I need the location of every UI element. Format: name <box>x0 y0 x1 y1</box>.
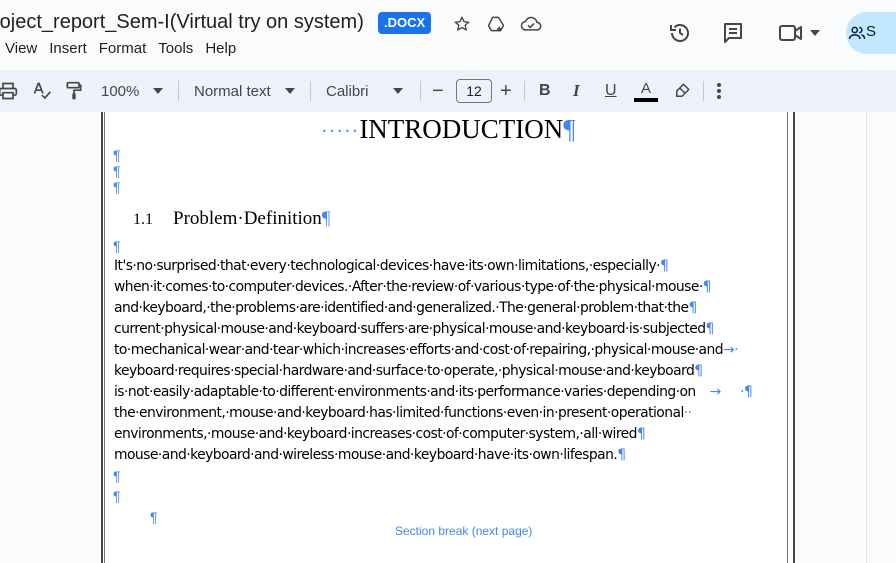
text-color-swatch <box>634 97 658 102</box>
font-size-value: 12 <box>456 79 492 103</box>
comments-icon[interactable] <box>720 20 746 46</box>
meet-dropdown-icon[interactable] <box>806 20 824 46</box>
paragraph-line[interactable]: environments,·mouse·and·keyboard·increas… <box>114 426 646 442</box>
print-icon[interactable] <box>0 70 18 112</box>
chevron-down-icon <box>153 88 164 94</box>
title-bar: roject_report_Sem-I(Virtual try on syste… <box>0 0 896 68</box>
underline-button[interactable]: U <box>605 70 617 112</box>
increase-font-size-button[interactable]: + <box>500 70 512 112</box>
people-icon <box>848 26 866 40</box>
pilcrow: ¶ <box>150 509 158 525</box>
paragraph-style-select[interactable]: Normal text <box>194 70 295 112</box>
text-color-button[interactable]: A <box>634 70 658 112</box>
docx-badge: .DOCX <box>378 12 432 34</box>
toolbar-divider <box>310 81 311 101</box>
text-color-letter: A <box>640 79 651 97</box>
toolbar-divider <box>420 81 421 101</box>
toolbar-divider <box>178 81 179 101</box>
heading-number: 1.1 <box>133 211 153 228</box>
side-panel <box>866 112 896 563</box>
zoom-select[interactable]: 100% <box>101 70 164 112</box>
paragraph-line[interactable]: when·it·comes·to·computer·devices.·After… <box>114 279 712 295</box>
spellcheck-icon[interactable] <box>32 70 52 112</box>
tab-dots: ····· <box>321 120 360 143</box>
cloud-saved-icon[interactable] <box>520 13 542 35</box>
document-title[interactable]: roject_report_Sem-I(Virtual try on syste… <box>0 11 364 34</box>
paragraph-line[interactable]: mouse·and·keyboard·and·wireless·mouse·an… <box>114 447 626 463</box>
paragraph-line[interactable]: the·environment,·mouse·and·keyboard·has·… <box>114 405 692 421</box>
section-heading[interactable]: 1.1 Problem·Definition¶ <box>133 208 330 230</box>
star-icon[interactable] <box>451 13 473 35</box>
menu-bar: View Insert Format Tools Help <box>0 40 242 57</box>
toolbar-divider <box>703 81 704 101</box>
pilcrow: ¶ <box>563 114 576 144</box>
paragraph-line[interactable]: It's·no·surprised·that·every·technologic… <box>114 258 669 274</box>
pilcrow: ¶ <box>321 208 331 229</box>
chevron-down-icon <box>284 88 295 94</box>
paragraph-line[interactable]: is·not·easily·adaptable·to·different·env… <box>114 384 753 400</box>
menu-tools[interactable]: Tools <box>152 40 199 57</box>
toolbar-divider <box>524 81 525 101</box>
decrease-font-size-button[interactable]: − <box>432 70 444 112</box>
move-to-drive-icon[interactable] <box>485 13 507 35</box>
pilcrow: ¶ <box>113 179 121 195</box>
zoom-value: 100% <box>101 82 140 100</box>
bold-button[interactable]: B <box>539 70 551 112</box>
paragraph-line[interactable]: keyboard·requires·special·hardware·and·s… <box>114 363 703 379</box>
meet-video-icon[interactable] <box>778 20 804 46</box>
section-break-label: Section break (next page) <box>395 524 533 538</box>
chevron-down-icon <box>392 88 403 94</box>
share-label: S <box>866 23 877 40</box>
italic-button[interactable]: I <box>573 70 580 112</box>
menu-format[interactable]: Format <box>93 40 153 57</box>
pilcrow: ¶ <box>113 238 121 254</box>
font-size-input[interactable]: 12 <box>456 70 492 112</box>
intro-title-text: INTRODUCTION <box>359 114 564 144</box>
paragraph-line[interactable]: current·physical·mouse·and·keyboard·suff… <box>114 321 714 337</box>
share-button[interactable]: S <box>846 12 896 54</box>
more-options-icon[interactable] <box>716 70 722 112</box>
paint-format-icon[interactable] <box>64 70 84 112</box>
page-inner-border <box>104 112 788 563</box>
font-family-value: Calibri <box>326 82 369 100</box>
pilcrow: ¶ <box>113 488 121 504</box>
menu-insert[interactable]: Insert <box>43 40 93 57</box>
paragraph-line[interactable]: and·keyboard,·the·problems·are·identifie… <box>114 300 697 316</box>
pilcrow: ¶ <box>113 147 121 163</box>
paragraph-line[interactable]: to·mechanical·wear·and·tear·which·increa… <box>114 342 739 358</box>
formatting-toolbar: 100% Normal text Calibri − 12 + B I U A <box>0 70 896 112</box>
pilcrow: ¶ <box>113 468 121 484</box>
intro-title[interactable]: ·····INTRODUCTION¶ <box>321 114 576 145</box>
pilcrow: ¶ <box>113 163 121 179</box>
highlight-color-icon[interactable] <box>673 70 691 112</box>
font-family-select[interactable]: Calibri <box>326 70 403 112</box>
version-history-icon[interactable] <box>667 20 693 46</box>
paragraph-style-value: Normal text <box>194 82 271 100</box>
menu-view[interactable]: View <box>0 40 43 57</box>
heading-text: Problem·Definition <box>173 208 322 229</box>
menu-help[interactable]: Help <box>199 40 242 57</box>
